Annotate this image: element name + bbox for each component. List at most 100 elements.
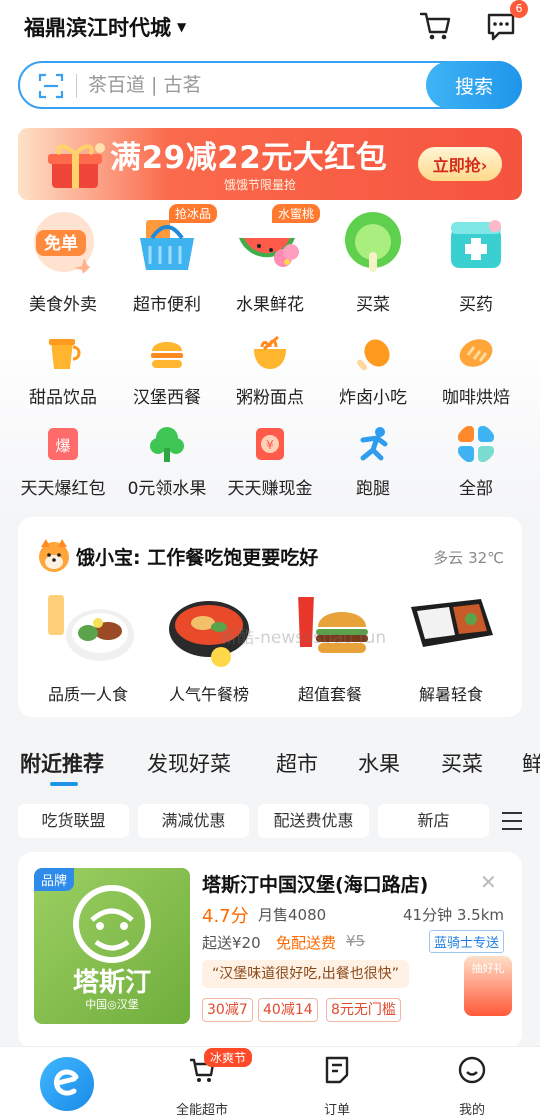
category-all[interactable]: 全部: [424, 424, 528, 499]
app-page: 福鼎滨江时代城 ▼ 6 搜索 满29减22元大: [0, 0, 540, 1119]
store-rating: 4.7分: [202, 906, 249, 927]
category-errand[interactable]: 跑腿: [321, 424, 425, 499]
category-label: 买菜: [356, 295, 390, 315]
category-label: 天天爆红包: [20, 479, 106, 499]
category-porridge-noodles[interactable]: 粥粉面点: [218, 333, 322, 408]
top-bar: 福鼎滨江时代城 ▼ 6: [0, 0, 540, 56]
active-tab-indicator: [50, 782, 78, 786]
svg-text:免单: 免单: [44, 233, 78, 254]
bento-box-image: [411, 599, 493, 647]
filter-discount[interactable]: 满减优惠: [138, 804, 249, 838]
search-bar: 搜索: [18, 61, 522, 109]
grab-now-button[interactable]: 立即抢›: [418, 147, 502, 181]
category-label: 咖啡烘焙: [442, 388, 510, 408]
nav-profile[interactable]: 我的: [432, 1055, 512, 1118]
rider-tag: 蓝骑士专送: [428, 930, 504, 953]
bread-icon: [459, 339, 493, 367]
red-packet-icon: 爆: [48, 428, 78, 460]
tab-nearby[interactable]: 附近推荐: [20, 748, 104, 778]
svg-text:爆: 爆: [55, 437, 70, 455]
filter-new-store[interactable]: 新店: [378, 804, 489, 838]
category-food-delivery[interactable]: 免单 美食外卖: [11, 208, 115, 315]
feed-tabs: 附近推荐 发现好菜 超市 水果 买菜 鲜: [0, 740, 540, 790]
xiaobao-card: 饿小宝: 工作餐吃饱更要吃好 多云 32℃ 品质一人食 人气午餐榜 超值套餐 解…: [18, 517, 522, 717]
caret-down-icon: ▼: [177, 20, 187, 34]
promo-tag: 40减14: [258, 998, 318, 1022]
category-badge: 抢冰品: [169, 204, 218, 223]
category-label: 粥粉面点: [236, 388, 304, 408]
profile-icon: [458, 1056, 486, 1084]
category-supermarket[interactable]: 抢冰品 超市便利: [115, 204, 219, 315]
category-burger[interactable]: 汉堡西餐: [115, 333, 219, 408]
store-name: 塔斯汀中国汉堡(海口路店): [202, 874, 429, 896]
location-label: 福鼎滨江时代城: [24, 16, 171, 40]
tab-vegetables[interactable]: 买菜: [441, 748, 483, 778]
lucky-draw-icon[interactable]: 抽好礼: [464, 956, 512, 1016]
tab-discover[interactable]: 发现好菜: [147, 748, 231, 778]
category-row: 爆 天天爆红包 0元领水果 ¥ 天天赚现金 跑腿 全部: [0, 424, 540, 514]
store-card[interactable]: 塔斯汀 中国◎汉堡 品牌 塔斯汀中国汉堡(海口路店) ✕ 4.7分 月售4080…: [18, 852, 522, 1048]
store-logo-image: 塔斯汀 中国◎汉堡 品牌: [34, 868, 190, 1024]
filter-foodie-league[interactable]: 吃货联盟: [18, 804, 129, 838]
medicine-box-icon: [451, 220, 501, 268]
cart-icon[interactable]: [418, 8, 452, 42]
category-label: 跑腿: [356, 479, 390, 499]
location-selector[interactable]: 福鼎滨江时代城 ▼: [24, 12, 186, 42]
category-label: 0元领水果: [127, 479, 207, 499]
category-label: 美食外卖: [29, 295, 97, 315]
home-button[interactable]: [40, 1057, 94, 1111]
category-label: 甜品饮品: [29, 388, 97, 408]
scan-icon[interactable]: [38, 73, 64, 99]
weather-label: 多云 32℃: [433, 549, 504, 567]
category-daily-red-packet[interactable]: 爆 天天爆红包: [11, 424, 115, 499]
category-label: 超市便利: [133, 295, 201, 315]
red-packet-banner[interactable]: 满29减22元大红包 饿饿节限量抢 立即抢›: [18, 128, 522, 200]
xiaobao-solo-meal[interactable]: 品质一人食: [28, 587, 148, 705]
category-fruit-flower[interactable]: 水蜜桃 水果鲜花: [218, 204, 322, 315]
search-button[interactable]: 搜索: [426, 61, 522, 109]
xiaobao-item-label: 品质一人食: [47, 685, 128, 704]
search-input[interactable]: [88, 71, 408, 99]
xiaobao-item-label: 解暑轻食: [418, 685, 483, 704]
xiaobao-item-label: 超值套餐: [297, 685, 362, 704]
category-label: 天天赚现金: [227, 479, 313, 499]
category-label: 炸卤小吃: [339, 388, 407, 408]
solo-meal-image: [48, 595, 134, 661]
banner-subtitle: 饿饿节限量抢: [224, 178, 297, 192]
menu-icon[interactable]: [500, 810, 524, 832]
nav-label: 订单: [323, 1103, 350, 1118]
category-earn-cash[interactable]: ¥ 天天赚现金: [218, 424, 322, 499]
watermark-text: 新酷-newsssbao.fun: [220, 628, 387, 648]
xiaobao-title: 饿小宝: 工作餐吃饱更要吃好: [76, 547, 319, 569]
free-order-icon: 免单: [34, 212, 96, 278]
store-logo-subtext: 中国◎汉堡: [85, 998, 139, 1011]
bottom-nav: 全能超市 订单 我的: [0, 1046, 540, 1119]
xiaobao-light-meal[interactable]: 解暑轻食: [391, 587, 511, 705]
category-free-fruit[interactable]: 0元领水果: [115, 424, 219, 499]
category-fried-snacks[interactable]: 炸卤小吃: [321, 333, 425, 408]
tab-fresh[interactable]: 鲜: [522, 748, 540, 778]
drumstick-icon: [357, 339, 390, 371]
delivery-eta: 41分钟 3.5km: [402, 906, 504, 924]
filter-delivery-fee[interactable]: 配送费优惠: [258, 804, 369, 838]
category-coffee-bakery[interactable]: 咖啡烘焙: [424, 333, 528, 408]
brand-tag: 品牌: [34, 868, 75, 891]
order-icon: [325, 1056, 349, 1084]
close-icon[interactable]: ✕: [480, 870, 497, 894]
tab-supermarket[interactable]: 超市: [276, 748, 318, 778]
nav-orders[interactable]: 订单: [297, 1055, 377, 1118]
tab-fruit[interactable]: 水果: [358, 748, 400, 778]
original-delivery-fee: ¥5: [346, 932, 366, 950]
banner-title: 满29减22元大红包: [110, 140, 388, 176]
monthly-sales: 月售4080: [258, 906, 327, 924]
shiba-mascot-icon: [39, 539, 69, 572]
category-vegetables[interactable]: 买菜: [321, 208, 425, 315]
runner-icon: [360, 427, 388, 461]
xiaobao-item-label: 人气午餐榜: [168, 685, 249, 704]
category-desserts-drinks[interactable]: 甜品饮品: [11, 333, 115, 408]
store-logo-text: 塔斯汀: [72, 968, 151, 998]
category-badge: 水蜜桃: [272, 204, 321, 223]
search-divider: [76, 74, 77, 98]
category-medicine[interactable]: 买药: [424, 208, 528, 315]
nav-label: 全能超市: [175, 1103, 228, 1118]
